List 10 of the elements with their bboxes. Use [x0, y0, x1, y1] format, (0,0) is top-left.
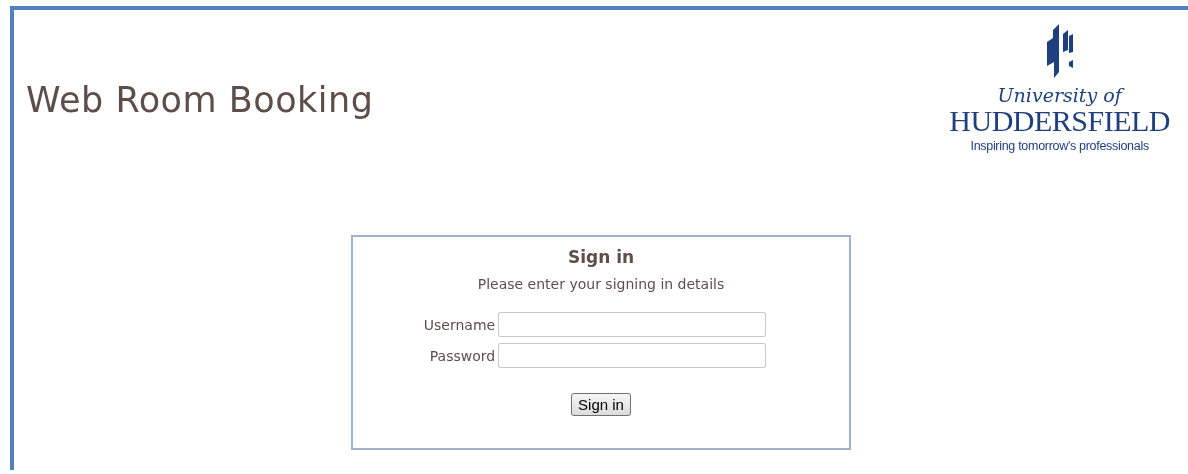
- instructions: Please enter your signing in details: [477, 276, 725, 292]
- username-field[interactable]: [498, 312, 767, 337]
- logo-tagline: Inspiring tomorrow's professionals: [970, 139, 1149, 153]
- sign-in-button[interactable]: Sign in: [571, 393, 631, 416]
- panel-heading: Sign in: [567, 247, 635, 267]
- field-label: Password: [428, 347, 496, 364]
- logo-wordmark: HUDDERSFIELD: [949, 106, 1170, 136]
- field-label: Username: [423, 316, 496, 333]
- password-field[interactable]: [498, 343, 767, 368]
- page-title: Web Room Booking: [26, 80, 374, 120]
